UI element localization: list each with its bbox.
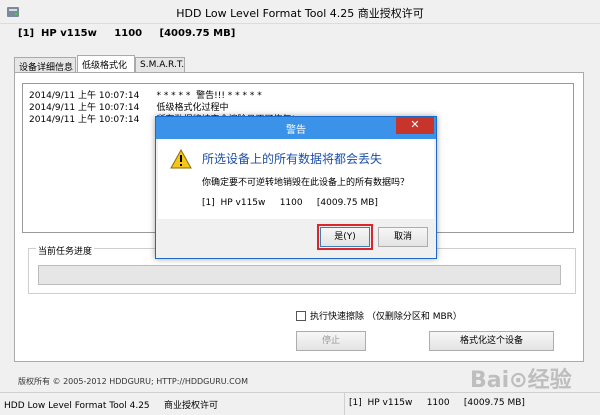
quick-erase-option[interactable]: 执行快速擦除 （仅删除分区和 MBR） xyxy=(296,309,462,322)
progress-label: 当前任务进度 xyxy=(36,244,95,257)
dialog-main-message: 所选设备上的所有数据将都会丢失 xyxy=(202,152,383,166)
quick-erase-label: 执行快速擦除 （仅删除分区和 MBR） xyxy=(310,312,462,322)
status-app: HDD Low Level Format Tool 4.25 商业授权许可 xyxy=(4,401,218,411)
yes-button[interactable]: 是(Y) xyxy=(317,224,373,250)
window-title: HDD Low Level Format Tool 4.25 商业授权许可 xyxy=(176,7,424,20)
tab-device-details[interactable]: 设备详细信息 xyxy=(14,57,76,73)
status-device: [1] HP v115w 1100 [4009.75 MB] xyxy=(344,393,600,415)
tab-low-level-format[interactable]: 低级格式化 xyxy=(77,55,135,73)
close-icon[interactable]: ✕ xyxy=(396,117,434,134)
progress-bar xyxy=(38,265,561,285)
window-titlebar: HDD Low Level Format Tool 4.25 商业授权许可 xyxy=(0,0,600,24)
dialog-question: 你确定要不可逆转地销毁在此设备上的所有数据吗？ xyxy=(202,178,410,188)
tab-smart[interactable]: S.M.A.R.T. xyxy=(135,57,185,73)
dialog-device-info: [1] HP v115w 1100 [4009.75 MB] xyxy=(202,198,378,208)
quick-erase-checkbox[interactable] xyxy=(296,311,306,321)
format-device-button[interactable]: 格式化这个设备 xyxy=(429,331,554,351)
status-bar: HDD Low Level Format Tool 4.25 商业授权许可 [1… xyxy=(0,392,600,415)
warning-dialog: 警告 ✕ 所选设备上的所有数据将都会丢失 你确定要不可逆转地销毁在此设备上的所有… xyxy=(155,116,437,259)
dialog-titlebar: 警告 ✕ xyxy=(156,117,436,139)
dialog-title: 警告 xyxy=(286,125,306,136)
cancel-button[interactable]: 取消 xyxy=(378,227,428,247)
copyright-text: 版权所有 © 2005-2012 HDDGURU; HTTP://HDDGURU… xyxy=(18,377,248,386)
device-summary: [1] HP v115w 1100 [4009.75 MB] xyxy=(18,28,236,39)
warning-icon xyxy=(170,149,192,169)
stop-button[interactable]: 停止 xyxy=(296,331,366,351)
watermark-logo: Bai⊙经验 xyxy=(470,368,572,393)
dialog-body: 所选设备上的所有数据将都会丢失 你确定要不可逆转地销毁在此设备上的所有数据吗？ … xyxy=(158,139,434,219)
